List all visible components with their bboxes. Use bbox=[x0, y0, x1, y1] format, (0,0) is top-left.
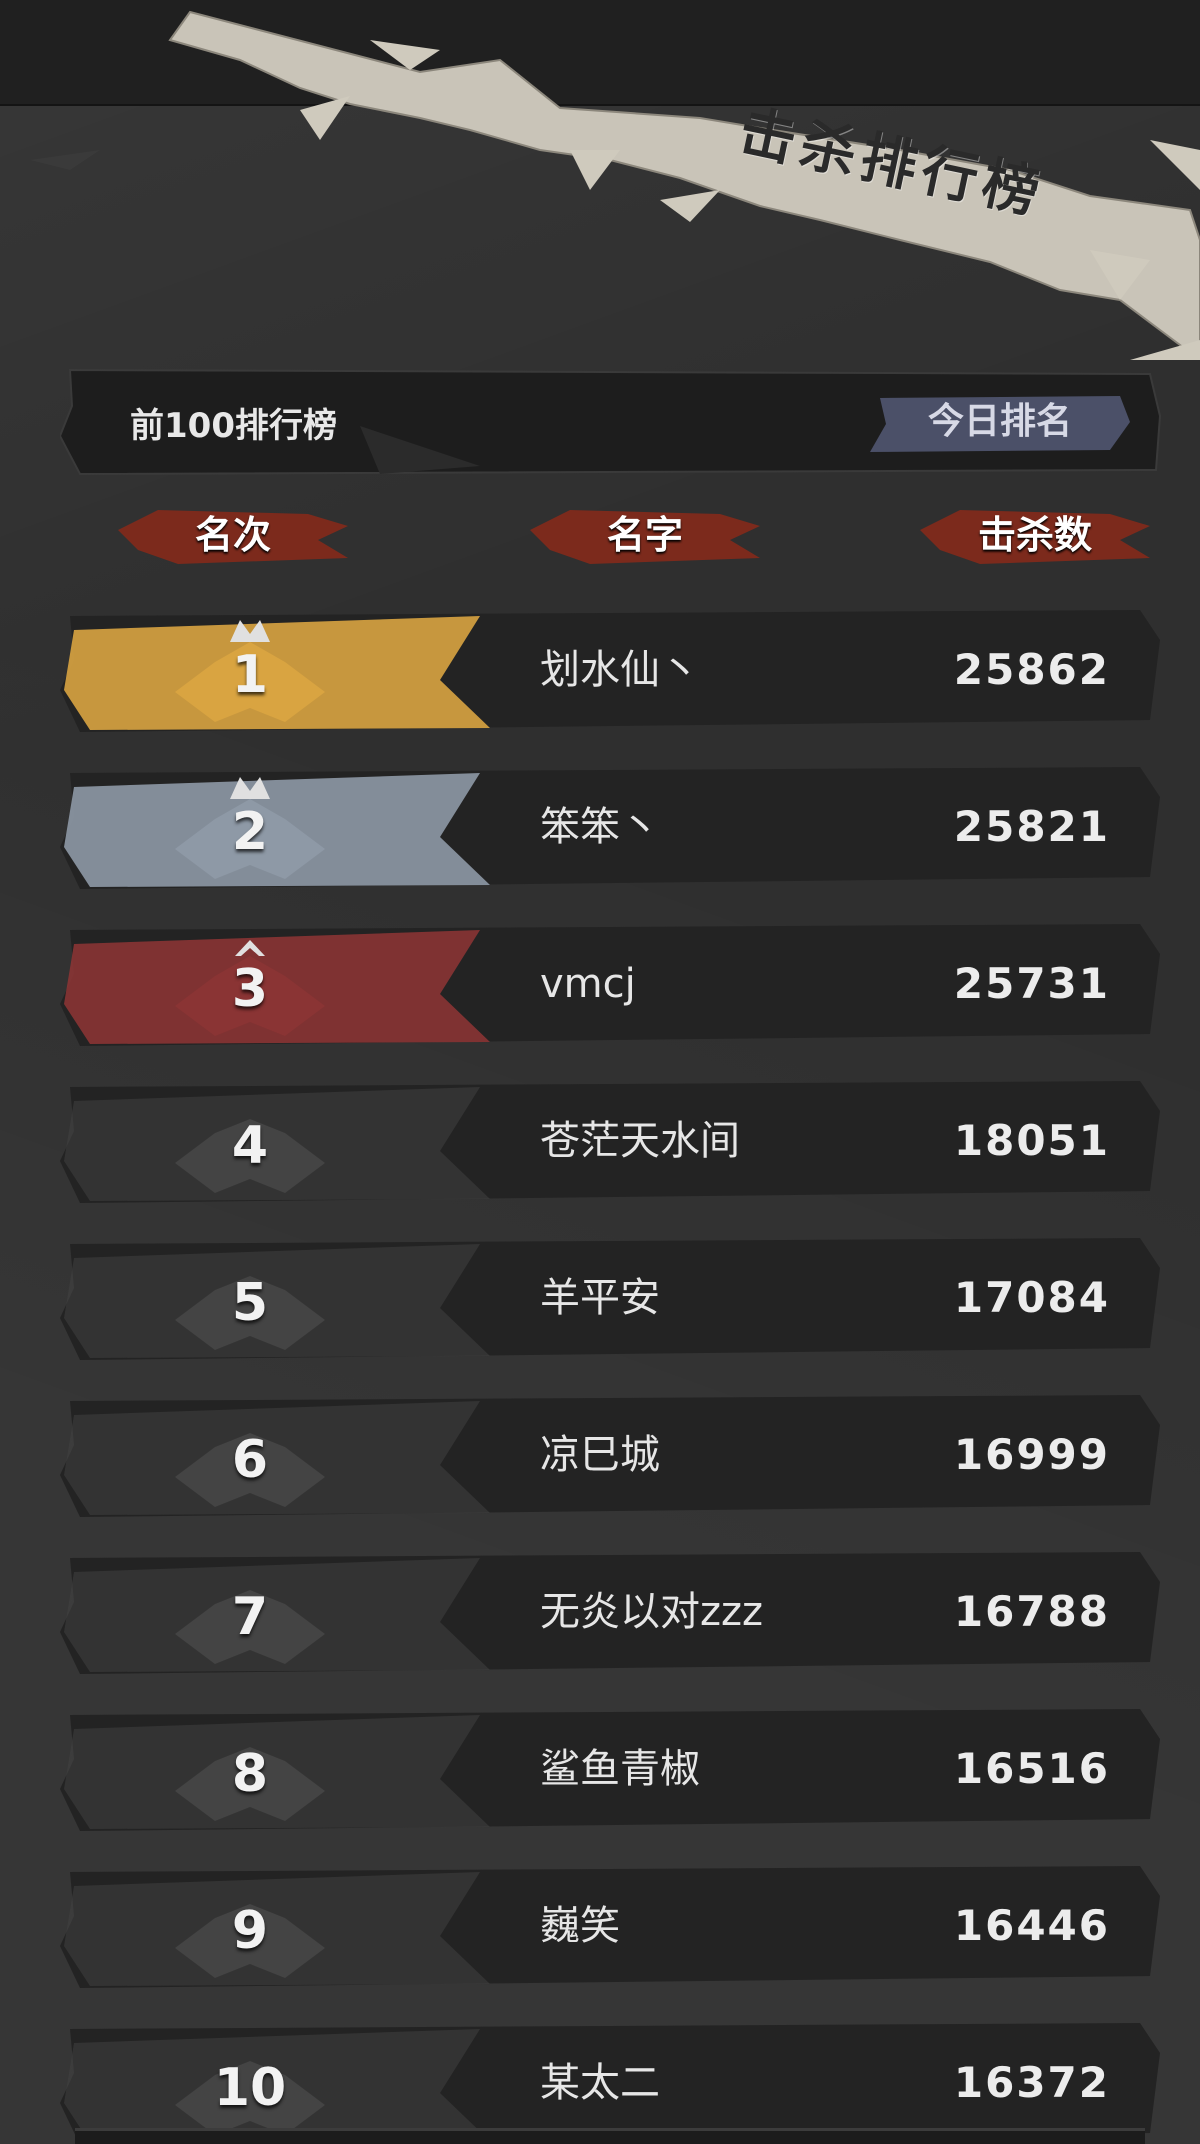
player-name: 鲨鱼青椒 bbox=[540, 1746, 700, 1792]
kill-count: 25821 bbox=[953, 802, 1110, 851]
column-header-kills-label: 击杀数 bbox=[977, 513, 1092, 557]
column-header-rank: 名次 bbox=[118, 500, 348, 570]
tab-bar: 前100排行榜 今日排名 bbox=[60, 366, 1170, 478]
kill-count: 16999 bbox=[953, 1430, 1110, 1479]
kill-count: 16788 bbox=[953, 1587, 1110, 1636]
player-name: vmcj bbox=[540, 961, 636, 1007]
list-bottom-edge bbox=[75, 2128, 1145, 2144]
rank-number: 4 bbox=[231, 1116, 269, 1176]
leaderboard-row-3[interactable]: 3 vmcj 25731 bbox=[60, 914, 1170, 1054]
player-name: 巍笑 bbox=[540, 1903, 620, 1949]
leaderboard-row-5[interactable]: 5 羊平安 17084 bbox=[60, 1228, 1170, 1368]
column-header-kills: 击杀数 bbox=[920, 500, 1150, 570]
player-name: 无炎以对zzz bbox=[540, 1589, 763, 1635]
rank-number: 8 bbox=[231, 1744, 269, 1804]
rank-number: 5 bbox=[231, 1273, 269, 1333]
player-name: 笨笨丶 bbox=[540, 804, 660, 850]
player-name: 苍茫天水间 bbox=[540, 1118, 740, 1164]
rank-number: 9 bbox=[231, 1901, 269, 1961]
player-name: 凉巳城 bbox=[540, 1432, 660, 1478]
leaderboard-row-2[interactable]: 2 笨笨丶 25821 bbox=[60, 757, 1170, 897]
leaderboard-row-8[interactable]: 8 鲨鱼青椒 16516 bbox=[60, 1699, 1170, 1839]
kill-count: 16516 bbox=[953, 1744, 1110, 1793]
kill-count: 17084 bbox=[953, 1273, 1110, 1322]
kill-count: 16372 bbox=[953, 2058, 1110, 2107]
tab-today-ranking[interactable]: 今日排名 bbox=[890, 394, 1110, 450]
player-name: 划水仙丶 bbox=[540, 647, 700, 693]
player-name: 某太二 bbox=[540, 2060, 660, 2106]
column-header-name: 名字 bbox=[530, 500, 760, 570]
leaderboard-page: 击杀排行榜 前100排行榜 今日排名 名次 名字 击杀数 1 划水仙丶 2586… bbox=[0, 0, 1200, 2144]
leaderboard-row-10[interactable]: 10 某太二 16372 bbox=[60, 2013, 1170, 2144]
rank-number: 3 bbox=[231, 959, 269, 1019]
player-name: 羊平安 bbox=[540, 1275, 660, 1321]
tab-top100[interactable]: 前100排行榜 bbox=[130, 398, 337, 447]
rank-number: 10 bbox=[213, 2058, 287, 2118]
leaderboard-row-4[interactable]: 4 苍茫天水间 18051 bbox=[60, 1071, 1170, 1211]
kill-count: 25862 bbox=[953, 645, 1110, 694]
rank-number: 1 bbox=[231, 645, 269, 705]
kill-count: 16446 bbox=[953, 1901, 1110, 1950]
kill-count: 25731 bbox=[953, 959, 1110, 1008]
rank-number: 6 bbox=[231, 1430, 269, 1490]
rank-number: 7 bbox=[231, 1587, 269, 1647]
rank-number: 2 bbox=[231, 802, 269, 862]
leaderboard-row-6[interactable]: 6 凉巳城 16999 bbox=[60, 1385, 1170, 1525]
column-header-name-label: 名字 bbox=[606, 513, 683, 557]
column-header-rank-label: 名次 bbox=[194, 513, 271, 557]
kill-count: 18051 bbox=[953, 1116, 1110, 1165]
leaderboard-row-1[interactable]: 1 划水仙丶 25862 bbox=[60, 600, 1170, 740]
leaderboard-row-7[interactable]: 7 无炎以对zzz 16788 bbox=[60, 1542, 1170, 1682]
leaderboard-row-9[interactable]: 9 巍笑 16446 bbox=[60, 1856, 1170, 1996]
